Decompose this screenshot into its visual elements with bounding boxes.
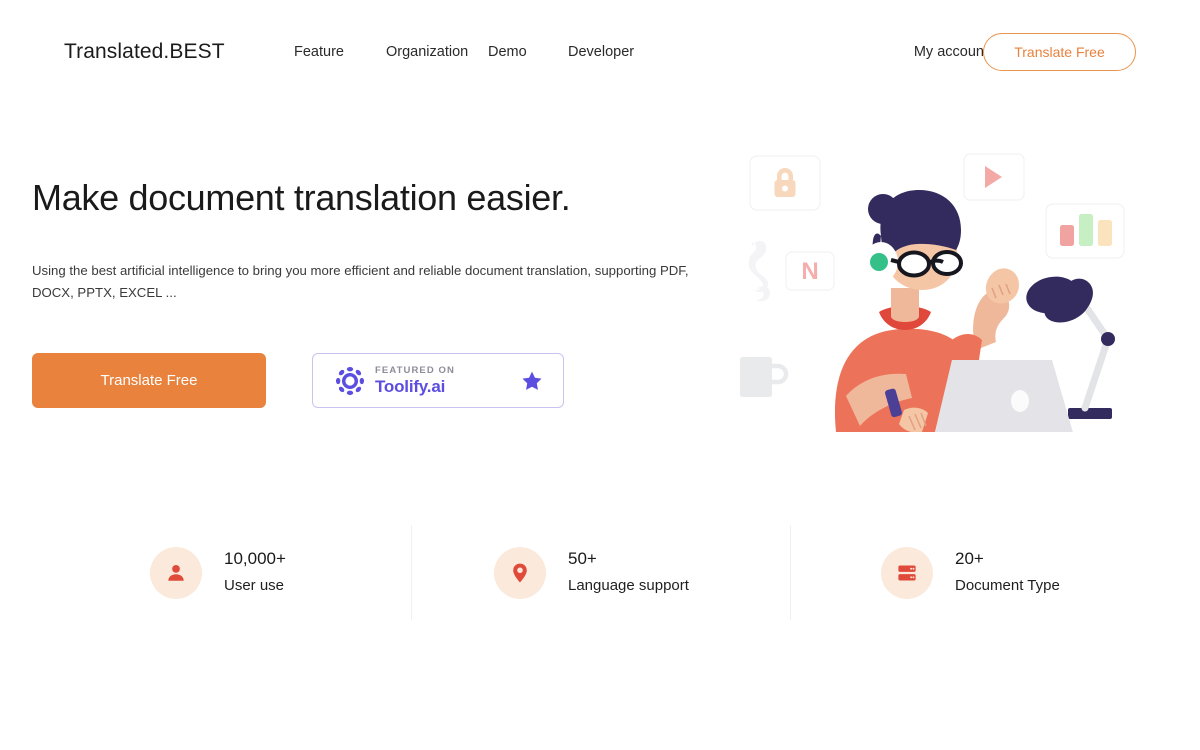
page-title: Make document translation easier. (32, 177, 571, 218)
user-icon (168, 564, 184, 581)
nav-item-feature[interactable]: Feature (294, 44, 386, 61)
main-navigation: Feature Organization Demo Developer (294, 44, 658, 61)
location-pin-icon (513, 563, 527, 582)
toolify-gear-icon (335, 366, 365, 395)
coffee-mug (740, 357, 789, 397)
site-header: Translated.BEST Feature Organization Dem… (0, 0, 1200, 104)
stat-icon-bg (881, 546, 933, 599)
site-logo[interactable]: Translated.BEST (64, 40, 225, 64)
star-icon (522, 371, 542, 390)
person-at-laptop-illustration: N (740, 153, 1125, 432)
steam (748, 240, 771, 302)
stats-section: 10,000+ User use 50+ Language support 20… (0, 520, 1200, 625)
nav-item-organization[interactable]: Organization (386, 44, 488, 61)
stat-text-block: 20+ Document Type (955, 546, 1060, 599)
stat-text-block: 10,000+ User use (224, 546, 286, 599)
glasses (890, 250, 963, 278)
laptop (934, 360, 1073, 432)
letter-n-glyph: N (801, 258, 818, 285)
stat-value: 20+ (955, 549, 984, 568)
lock-card (749, 155, 821, 211)
stat-user-use: 10,000+ User use (150, 520, 286, 625)
stat-text-block: 50+ Language support (568, 546, 689, 599)
stats-divider (411, 525, 412, 620)
toolify-text-block: FEATURED ON Toolify.ai (375, 366, 455, 396)
stat-icon-bg (150, 546, 202, 599)
stat-language-support: 50+ Language support (494, 520, 689, 625)
stat-value: 50+ (568, 549, 597, 568)
nav-item-demo[interactable]: Demo (488, 44, 568, 61)
stat-document-type: 20+ Document Type (881, 520, 1060, 625)
nav-item-developer[interactable]: Developer (568, 44, 658, 61)
toolify-featured-badge[interactable]: FEATURED ON Toolify.ai (312, 353, 564, 408)
toolify-brand-name: Toolify.ai (375, 377, 446, 397)
stat-label: Document Type (955, 577, 1060, 594)
landing-page: Translated.BEST Feature Organization Dem… (0, 0, 1200, 750)
hero-description: Using the best artificial intelligence t… (32, 263, 689, 300)
letter-card: N (785, 251, 835, 291)
stat-label: Language support (568, 577, 689, 594)
chart-card (1045, 203, 1125, 259)
my-account-link[interactable]: My account (914, 44, 988, 60)
play-card (963, 153, 1025, 201)
stat-value: 10,000+ (224, 549, 286, 568)
stat-label: User use (224, 577, 285, 594)
toolify-featured-label: FEATURED ON (375, 364, 456, 376)
header-translate-free-button[interactable]: Translate Free (983, 33, 1136, 71)
stats-divider (790, 525, 791, 620)
stat-icon-bg (494, 546, 546, 599)
hero-translate-free-button[interactable]: Translate Free (32, 353, 266, 408)
server-stack-icon (898, 564, 916, 581)
